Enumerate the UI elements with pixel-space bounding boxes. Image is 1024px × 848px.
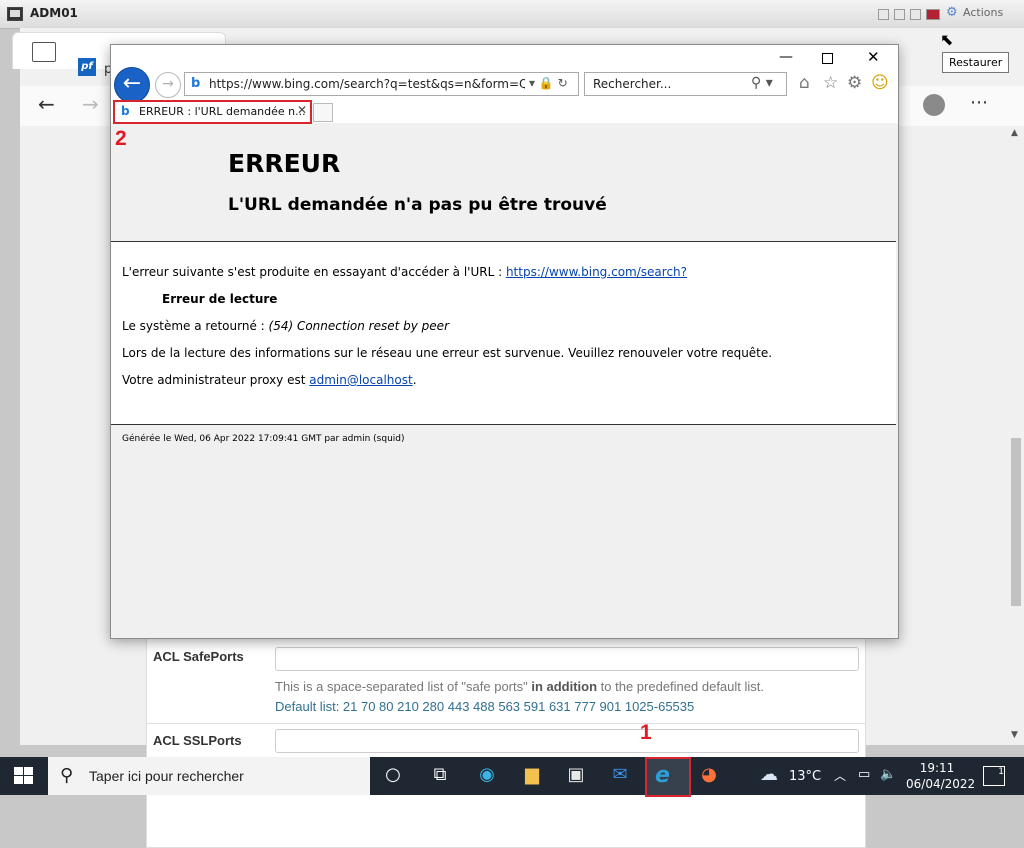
restore-tooltip: Restaurer bbox=[942, 52, 1010, 73]
network-error-message: Lors de la lecture des informations sur … bbox=[122, 346, 773, 360]
volume-muted-icon[interactable]: 🔈 bbox=[880, 767, 896, 782]
admin-link[interactable]: admin@localhost bbox=[309, 373, 412, 387]
scroll-down-icon[interactable]: ▼ bbox=[1011, 730, 1018, 740]
taskbar-search-text[interactable]: Taper ici pour rechercher bbox=[89, 768, 244, 784]
scroll-up-icon[interactable]: ▲ bbox=[1011, 128, 1018, 138]
task-view-icon[interactable]: ⧉ bbox=[425, 764, 455, 788]
error-footer: Générée le Wed, 06 Apr 2022 17:09:41 GMT… bbox=[122, 434, 405, 444]
home-icon[interactable]: ⌂ bbox=[799, 73, 810, 93]
error-subtitle: L'URL demandée n'a pas pu être trouvé bbox=[228, 195, 607, 215]
acl-default-list: Default list: 21 70 80 210 280 443 488 5… bbox=[275, 699, 695, 714]
vertical-scrollbar[interactable]: ▲ ▼ bbox=[1008, 126, 1024, 745]
weather-cloud-icon[interactable]: ☁ bbox=[754, 764, 784, 788]
bing-favicon-icon: b bbox=[191, 76, 201, 91]
vm-console-icon bbox=[7, 7, 23, 21]
taskbar-ie-button[interactable]: e bbox=[645, 757, 691, 797]
cortana-icon[interactable]: ○ bbox=[378, 764, 408, 788]
ie-tab-title[interactable]: ERREUR : l'URL demandée n... bbox=[139, 105, 306, 118]
chevron-up-icon[interactable]: ︿ bbox=[834, 767, 846, 784]
more-menu-icon[interactable]: ⋯ bbox=[970, 92, 988, 113]
divider bbox=[147, 723, 865, 724]
vm-title: ADM01 bbox=[30, 6, 78, 20]
forward-arrow-icon[interactable]: → bbox=[82, 92, 99, 116]
clock[interactable]: 19:11 06/04/2022 bbox=[906, 760, 976, 792]
admin-suffix: . bbox=[412, 373, 417, 387]
acl-help-prefix: This is a space-separated list of "safe … bbox=[275, 679, 532, 694]
search-placeholder[interactable]: Rechercher... bbox=[593, 77, 671, 91]
error-details: L'erreur suivante s'est produite en essa… bbox=[111, 242, 896, 424]
favorites-star-icon[interactable]: ☆ bbox=[823, 73, 838, 93]
horizontal-scrollbar[interactable] bbox=[20, 745, 1024, 755]
read-error-heading: Erreur de lecture bbox=[162, 292, 278, 306]
notification-count: 1 bbox=[998, 767, 1004, 777]
system-returned-line: Le système a retourné : (54) Connection … bbox=[122, 319, 449, 333]
search-icon[interactable]: ⚲ ▾ bbox=[751, 75, 773, 91]
actions-menu[interactable]: Actions bbox=[963, 6, 1003, 19]
address-tools-icons[interactable]: ▾ 🔒 ↻ bbox=[529, 76, 568, 90]
divider bbox=[111, 424, 896, 425]
acl-safeports-label: ACL SafePorts bbox=[153, 649, 244, 664]
network-icon[interactable]: ▭ bbox=[858, 767, 870, 782]
acl-safeports-input[interactable] bbox=[275, 647, 859, 671]
admin-prefix: Votre administrateur proxy est bbox=[122, 373, 310, 387]
internet-explorer-icon: e bbox=[655, 763, 670, 788]
bing-tab-icon: b bbox=[121, 104, 130, 118]
avatar[interactable] bbox=[923, 94, 945, 116]
vm-title-bar: ADM01 ⚙ Actions bbox=[0, 0, 1024, 29]
ie-content-area: ERREUR L'URL demandée n'a pas pu être tr… bbox=[111, 123, 898, 638]
settings-gear-icon[interactable]: ⚙ bbox=[847, 73, 862, 93]
notification-center-icon[interactable]: 1 bbox=[983, 766, 1005, 786]
edge-icon[interactable]: ◉ bbox=[472, 764, 502, 788]
tab-actions-icon[interactable] bbox=[32, 42, 56, 62]
feedback-smiley-icon[interactable]: ☺ bbox=[871, 73, 889, 93]
file-explorer-icon[interactable]: ▆ bbox=[517, 764, 547, 788]
ie-window: — ✕ ← → b https://www.bing.com/search?q=… bbox=[110, 44, 899, 639]
system-prefix: Le système a retourné : bbox=[122, 319, 269, 333]
taskbar-search-box[interactable]: ⚲ Taper ici pour rechercher bbox=[48, 757, 370, 795]
mouse-cursor-icon: ⬉ bbox=[940, 30, 954, 49]
mail-icon[interactable]: ✉ bbox=[605, 764, 635, 788]
ie-forward-button[interactable]: → bbox=[155, 72, 181, 98]
back-arrow-icon[interactable]: ← bbox=[38, 92, 55, 116]
ie-search-box[interactable]: Rechercher... ⚲ ▾ bbox=[584, 72, 787, 96]
taskbar: ⚲ Taper ici pour rechercher ○ ⧉ ◉ ▆ ▣ ✉ … bbox=[0, 757, 1024, 797]
acl-safeports-help: This is a space-separated list of "safe … bbox=[275, 679, 764, 694]
error-title: ERREUR bbox=[228, 149, 341, 178]
pfsense-icon: pf bbox=[78, 58, 96, 76]
annotation-number-1: 1 bbox=[640, 721, 652, 744]
admin-line: Votre administrateur proxy est admin@loc… bbox=[122, 373, 417, 387]
ie-maximize-button[interactable] bbox=[822, 53, 833, 64]
address-url[interactable]: https://www.bing.com/search?q=test&qs=n&… bbox=[209, 77, 525, 91]
ie-close-button[interactable]: ✕ bbox=[867, 48, 880, 66]
firefox-icon[interactable]: ◕ bbox=[694, 764, 724, 788]
error-url-line: L'erreur suivante s'est produite en essa… bbox=[122, 265, 687, 279]
store-icon[interactable]: ▣ bbox=[561, 764, 591, 788]
windows-start-icon[interactable] bbox=[14, 767, 34, 785]
search-icon: ⚲ bbox=[60, 765, 74, 786]
error-url-prefix: L'erreur suivante s'est produite en essa… bbox=[122, 265, 506, 279]
vm-minimize-button[interactable] bbox=[878, 9, 889, 20]
scrollbar-thumb[interactable] bbox=[1011, 438, 1021, 606]
error-url-link[interactable]: https://www.bing.com/search? bbox=[506, 265, 687, 279]
ie-back-button[interactable]: ← bbox=[114, 67, 150, 103]
tab-close-icon[interactable]: ✕ bbox=[297, 103, 307, 117]
clock-date: 06/04/2022 bbox=[906, 777, 976, 791]
ie-header: — ✕ ← → b https://www.bing.com/search?q=… bbox=[111, 45, 898, 124]
vm-restore-button[interactable] bbox=[894, 9, 905, 20]
ie-address-bar[interactable]: b https://www.bing.com/search?q=test&qs=… bbox=[184, 72, 579, 96]
ie-minimize-button[interactable]: — bbox=[779, 49, 793, 65]
new-tab-button[interactable] bbox=[313, 103, 333, 122]
system-value: (54) Connection reset by peer bbox=[268, 319, 449, 333]
temperature[interactable]: 13°C bbox=[789, 769, 821, 784]
vm-maximize-button[interactable] bbox=[910, 9, 921, 20]
flag-icon bbox=[926, 9, 940, 20]
acl-help-suffix: to the predefined default list. bbox=[597, 679, 765, 694]
gear-icon[interactable]: ⚙ bbox=[946, 5, 958, 20]
ie-tab-error[interactable]: b ERREUR : l'URL demandée n... ✕ bbox=[113, 100, 312, 124]
acl-settings-panel: ACL SafePorts This is a space-separated … bbox=[146, 636, 866, 848]
acl-help-bold: in addition bbox=[531, 679, 598, 694]
clock-time: 19:11 bbox=[919, 761, 955, 775]
